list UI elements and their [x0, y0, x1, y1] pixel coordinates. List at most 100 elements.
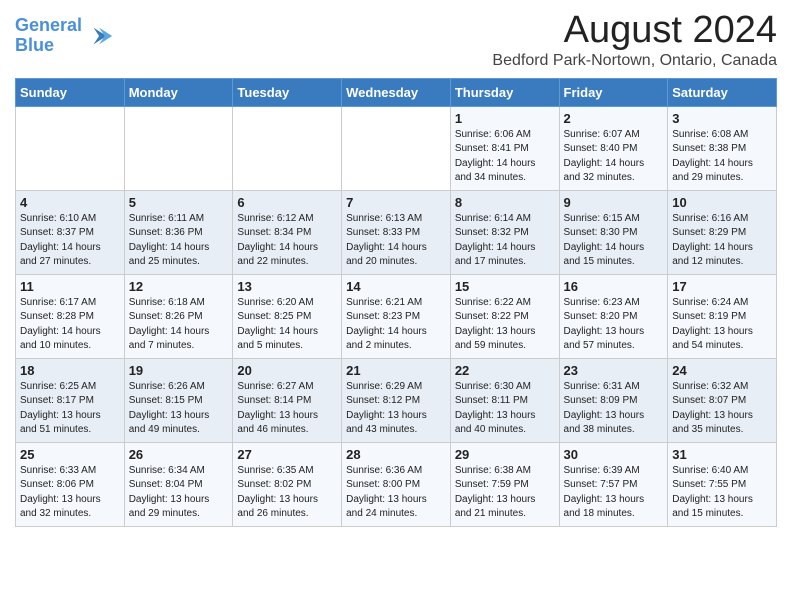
- calendar-day-cell: 8 Sunrise: 6:14 AM Sunset: 8:32 PM Daylig…: [450, 190, 559, 274]
- calendar-day-cell: 11 Sunrise: 6:17 AM Sunset: 8:28 PM Dayli…: [16, 274, 125, 358]
- calendar-day-cell: 7Sunrise: 6:13 AM Sunset: 8:33 PM Daylig…: [342, 190, 451, 274]
- calendar-day-cell: 12 Sunrise: 6:18 AM Sunset: 8:26 PM Dayli…: [124, 274, 233, 358]
- day-info: Sunrise: 6:33 AM Sunset: 8:06 PM Dayligh…: [20, 464, 120, 522]
- calendar-day-header: Wednesday: [342, 78, 451, 106]
- calendar-header-row: SundayMondayTuesdayWednesdayThursdayFrid…: [16, 78, 777, 106]
- day-info: Sunrise: 6:08 AM Sunset: 8:38 PM Dayligh…: [672, 128, 772, 186]
- calendar-day-cell: 5 Sunrise: 6:11 AM Sunset: 8:36 PM Daylig…: [124, 190, 233, 274]
- day-info: Sunrise: 6:34 AM Sunset: 8:04 PM Dayligh…: [129, 464, 229, 522]
- day-info: Sunrise: 6:06 AM Sunset: 8:41 PM Dayligh…: [455, 128, 555, 186]
- day-number: 30: [564, 447, 664, 462]
- calendar-day-cell: 13Sunrise: 6:20 AM Sunset: 8:25 PM Dayli…: [233, 274, 342, 358]
- day-info: Sunrise: 6:30 AM Sunset: 8:11 PM Dayligh…: [455, 380, 555, 438]
- calendar-day-cell: 10 Sunrise: 6:16 AM Sunset: 8:29 PM Dayli…: [668, 190, 777, 274]
- calendar-week-row: 18 Sunrise: 6:25 AM Sunset: 8:17 PM Dayli…: [16, 358, 777, 442]
- calendar-day-cell: [16, 106, 125, 190]
- day-number: 8: [455, 195, 555, 210]
- day-info: Sunrise: 6:11 AM Sunset: 8:36 PM Dayligh…: [129, 212, 229, 270]
- day-info: Sunrise: 6:32 AM Sunset: 8:07 PM Dayligh…: [672, 380, 772, 438]
- day-info: Sunrise: 6:29 AM Sunset: 8:12 PM Dayligh…: [346, 380, 446, 438]
- day-number: 1: [455, 111, 555, 126]
- day-number: 17: [672, 279, 772, 294]
- day-info: Sunrise: 6:18 AM Sunset: 8:26 PM Dayligh…: [129, 296, 229, 354]
- calendar-body: 1 Sunrise: 6:06 AM Sunset: 8:41 PM Daylig…: [16, 106, 777, 526]
- day-info: Sunrise: 6:14 AM Sunset: 8:32 PM Dayligh…: [455, 212, 555, 270]
- logo-icon: [86, 22, 114, 50]
- logo-blue: Blue: [15, 35, 54, 55]
- title-area: August 2024 Bedford Park-Nortown, Ontari…: [492, 10, 777, 70]
- day-info: Sunrise: 6:36 AM Sunset: 8:00 PM Dayligh…: [346, 464, 446, 522]
- logo-general: General: [15, 15, 82, 35]
- calendar-day-cell: [342, 106, 451, 190]
- calendar-day-header: Tuesday: [233, 78, 342, 106]
- day-info: Sunrise: 6:26 AM Sunset: 8:15 PM Dayligh…: [129, 380, 229, 438]
- day-info: Sunrise: 6:38 AM Sunset: 7:59 PM Dayligh…: [455, 464, 555, 522]
- calendar-day-cell: 19 Sunrise: 6:26 AM Sunset: 8:15 PM Dayli…: [124, 358, 233, 442]
- day-number: 14: [346, 279, 446, 294]
- day-info: Sunrise: 6:10 AM Sunset: 8:37 PM Dayligh…: [20, 212, 120, 270]
- day-info: Sunrise: 6:35 AM Sunset: 8:02 PM Dayligh…: [237, 464, 337, 522]
- day-number: 15: [455, 279, 555, 294]
- day-number: 16: [564, 279, 664, 294]
- calendar-day-cell: [233, 106, 342, 190]
- calendar-day-cell: 22 Sunrise: 6:30 AM Sunset: 8:11 PM Dayli…: [450, 358, 559, 442]
- day-number: 21: [346, 363, 446, 378]
- day-number: 10: [672, 195, 772, 210]
- day-number: 18: [20, 363, 120, 378]
- calendar-day-header: Monday: [124, 78, 233, 106]
- calendar-day-cell: 29 Sunrise: 6:38 AM Sunset: 7:59 PM Dayli…: [450, 442, 559, 526]
- calendar-day-cell: 1 Sunrise: 6:06 AM Sunset: 8:41 PM Daylig…: [450, 106, 559, 190]
- day-number: 9: [564, 195, 664, 210]
- day-info: Sunrise: 6:12 AM Sunset: 8:34 PM Dayligh…: [237, 212, 337, 270]
- calendar-day-cell: 27 Sunrise: 6:35 AM Sunset: 8:02 PM Dayli…: [233, 442, 342, 526]
- calendar-day-cell: [124, 106, 233, 190]
- calendar-day-cell: 2 Sunrise: 6:07 AM Sunset: 8:40 PM Daylig…: [559, 106, 668, 190]
- calendar-day-cell: 23Sunrise: 6:31 AM Sunset: 8:09 PM Dayli…: [559, 358, 668, 442]
- calendar-day-cell: 20Sunrise: 6:27 AM Sunset: 8:14 PM Dayli…: [233, 358, 342, 442]
- calendar-header: SundayMondayTuesdayWednesdayThursdayFrid…: [16, 78, 777, 106]
- calendar-day-cell: 25 Sunrise: 6:33 AM Sunset: 8:06 PM Dayli…: [16, 442, 125, 526]
- day-info: Sunrise: 6:20 AM Sunset: 8:25 PM Dayligh…: [237, 296, 337, 354]
- day-number: 31: [672, 447, 772, 462]
- day-info: Sunrise: 6:40 AM Sunset: 7:55 PM Dayligh…: [672, 464, 772, 522]
- day-number: 5: [129, 195, 229, 210]
- calendar-week-row: 25 Sunrise: 6:33 AM Sunset: 8:06 PM Dayli…: [16, 442, 777, 526]
- day-number: 2: [564, 111, 664, 126]
- day-number: 29: [455, 447, 555, 462]
- calendar-day-cell: 30Sunrise: 6:39 AM Sunset: 7:57 PM Dayli…: [559, 442, 668, 526]
- calendar-day-cell: 14 Sunrise: 6:21 AM Sunset: 8:23 PM Dayli…: [342, 274, 451, 358]
- day-number: 6: [237, 195, 337, 210]
- day-number: 11: [20, 279, 120, 294]
- day-number: 20: [237, 363, 337, 378]
- calendar-day-cell: 28Sunrise: 6:36 AM Sunset: 8:00 PM Dayli…: [342, 442, 451, 526]
- day-info: Sunrise: 6:24 AM Sunset: 8:19 PM Dayligh…: [672, 296, 772, 354]
- calendar-day-cell: 26Sunrise: 6:34 AM Sunset: 8:04 PM Dayli…: [124, 442, 233, 526]
- day-info: Sunrise: 6:25 AM Sunset: 8:17 PM Dayligh…: [20, 380, 120, 438]
- calendar-week-row: 1 Sunrise: 6:06 AM Sunset: 8:41 PM Daylig…: [16, 106, 777, 190]
- calendar-day-header: Thursday: [450, 78, 559, 106]
- calendar-day-cell: 16Sunrise: 6:23 AM Sunset: 8:20 PM Dayli…: [559, 274, 668, 358]
- location-title: Bedford Park-Nortown, Ontario, Canada: [492, 52, 777, 70]
- logo: General Blue: [15, 16, 114, 56]
- day-number: 12: [129, 279, 229, 294]
- calendar-day-header: Saturday: [668, 78, 777, 106]
- day-info: Sunrise: 6:21 AM Sunset: 8:23 PM Dayligh…: [346, 296, 446, 354]
- calendar-table: SundayMondayTuesdayWednesdayThursdayFrid…: [15, 78, 777, 527]
- calendar-day-cell: 17 Sunrise: 6:24 AM Sunset: 8:19 PM Dayli…: [668, 274, 777, 358]
- day-number: 19: [129, 363, 229, 378]
- header: General Blue August 2024 Bedford Park-No…: [15, 10, 777, 70]
- day-info: Sunrise: 6:15 AM Sunset: 8:30 PM Dayligh…: [564, 212, 664, 270]
- day-info: Sunrise: 6:07 AM Sunset: 8:40 PM Dayligh…: [564, 128, 664, 186]
- day-number: 3: [672, 111, 772, 126]
- day-number: 22: [455, 363, 555, 378]
- day-number: 25: [20, 447, 120, 462]
- calendar-day-header: Friday: [559, 78, 668, 106]
- day-info: Sunrise: 6:13 AM Sunset: 8:33 PM Dayligh…: [346, 212, 446, 270]
- day-number: 27: [237, 447, 337, 462]
- calendar-day-cell: 24 Sunrise: 6:32 AM Sunset: 8:07 PM Dayli…: [668, 358, 777, 442]
- day-info: Sunrise: 6:16 AM Sunset: 8:29 PM Dayligh…: [672, 212, 772, 270]
- calendar-week-row: 4Sunrise: 6:10 AM Sunset: 8:37 PM Daylig…: [16, 190, 777, 274]
- calendar-day-cell: 15Sunrise: 6:22 AM Sunset: 8:22 PM Dayli…: [450, 274, 559, 358]
- day-number: 24: [672, 363, 772, 378]
- day-info: Sunrise: 6:17 AM Sunset: 8:28 PM Dayligh…: [20, 296, 120, 354]
